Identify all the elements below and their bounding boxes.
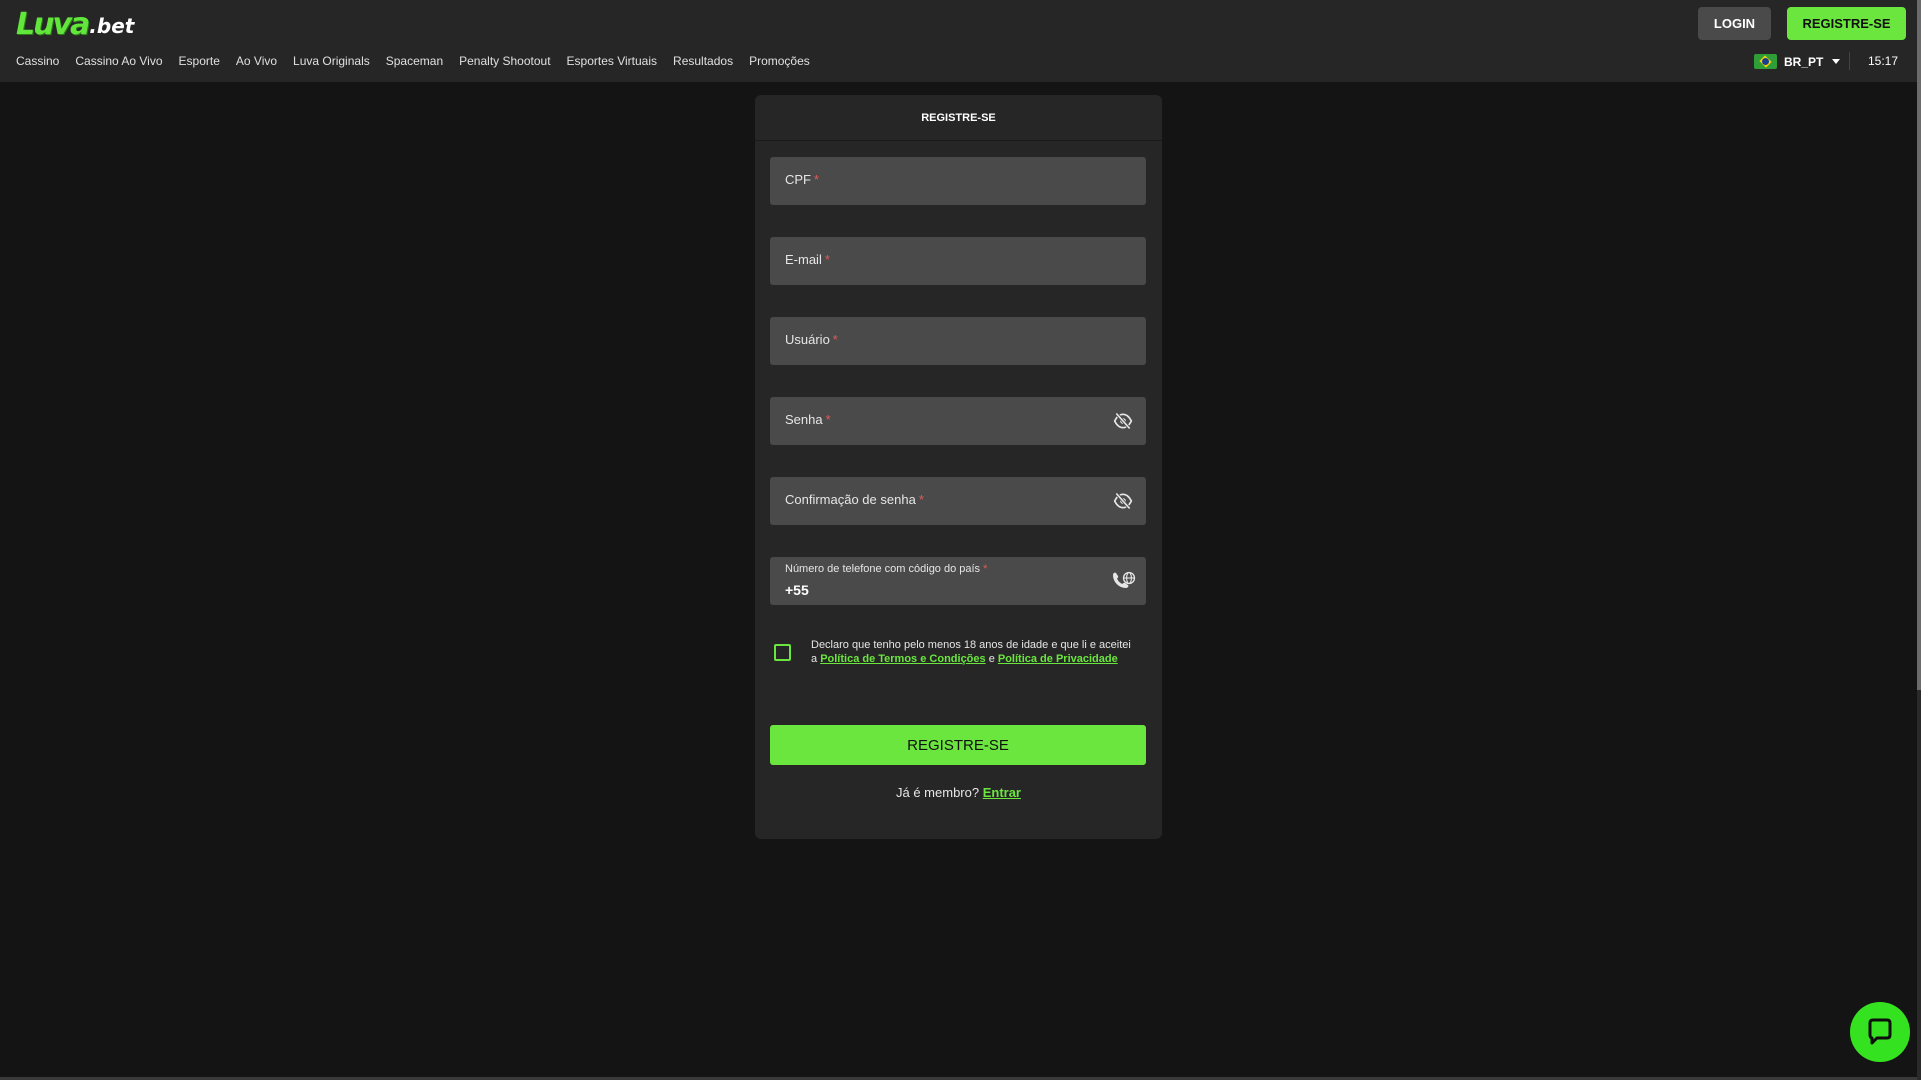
- password-field[interactable]: Senha *: [770, 397, 1146, 445]
- chevron-down-icon: [1832, 59, 1841, 64]
- email-field[interactable]: E-mail *: [770, 237, 1146, 285]
- nav-item-esporte[interactable]: Esporte: [179, 54, 220, 68]
- username-field[interactable]: Usuário *: [770, 317, 1146, 365]
- nav-item-penalty-shootout[interactable]: Penalty Shootout: [459, 54, 550, 68]
- terms-text: Declaro que tenho pelo menos 18 anos de …: [811, 639, 1131, 665]
- privacy-link[interactable]: Política de Privacidade: [998, 653, 1118, 665]
- phone-field[interactable]: Número de telefone com código do país * +…: [770, 557, 1146, 605]
- username-label: Usuário *: [785, 332, 838, 347]
- login-link[interactable]: Entrar: [983, 785, 1021, 800]
- nav-item-luva-originals[interactable]: Luva Originals: [293, 54, 370, 68]
- language-code: BR_PT: [1784, 54, 1824, 69]
- scrollbar-thumb[interactable]: [1917, 0, 1921, 690]
- nav-item-cassino-ao-vivo[interactable]: Cassino Ao Vivo: [75, 54, 162, 68]
- phone-globe-icon: [1113, 571, 1136, 588]
- language-selector[interactable]: BR_PT: [1754, 54, 1841, 69]
- header-divider: [1849, 52, 1850, 70]
- nav-item-promocoes[interactable]: Promoções: [749, 54, 810, 68]
- terms-link[interactable]: Política de Termos e Condições: [820, 653, 985, 665]
- login-button[interactable]: LOGIN: [1698, 7, 1771, 40]
- confirm-password-field[interactable]: Confirmação de senha *: [770, 477, 1146, 525]
- nav-item-esportes-virtuais[interactable]: Esportes Virtuais: [567, 54, 658, 68]
- clock: 15:17: [1868, 54, 1899, 68]
- password-label: Senha *: [785, 412, 831, 427]
- register-button-header[interactable]: REGISTRE-SE: [1787, 7, 1906, 40]
- eye-off-icon[interactable]: [1112, 491, 1134, 511]
- register-submit-button[interactable]: REGISTRE-SE: [770, 725, 1146, 765]
- logo-text: .bet: [89, 14, 135, 38]
- eye-off-icon[interactable]: [1112, 411, 1134, 431]
- terms-agreement: Declaro que tenho pelo menos 18 anos de …: [770, 638, 1146, 688]
- phone-country-code: +55: [785, 582, 809, 598]
- main-nav: Cassino Cassino Ao Vivo Esporte Ao Vivo …: [16, 54, 826, 68]
- confirm-password-label: Confirmação de senha *: [785, 492, 924, 507]
- already-member: Já é membro? Entrar: [896, 785, 1021, 800]
- terms-checkbox[interactable]: [774, 644, 791, 661]
- nav-item-spaceman[interactable]: Spaceman: [386, 54, 443, 68]
- cpf-input[interactable]: [770, 157, 1146, 205]
- brazil-flag-icon: [1754, 54, 1777, 69]
- logo-mark: Luva: [16, 6, 90, 42]
- phone-label: Número de telefone com código do país *: [785, 563, 988, 575]
- chat-bubble-icon: [1868, 1018, 1892, 1045]
- email-label: E-mail *: [785, 252, 830, 267]
- nav-item-cassino[interactable]: Cassino: [16, 54, 59, 68]
- chat-button[interactable]: [1850, 1002, 1910, 1062]
- register-title: REGISTRE-SE: [755, 95, 1162, 141]
- nav-item-ao-vivo[interactable]: Ao Vivo: [236, 54, 277, 68]
- top-header: Luva .bet LOGIN REGISTRE-SE Cassino Cass…: [0, 0, 1917, 82]
- register-card: REGISTRE-SE CPF * E-mail * Usuário * Senha *…: [755, 95, 1162, 839]
- site-logo[interactable]: Luva .bet: [16, 6, 134, 42]
- cpf-label: CPF *: [785, 172, 820, 187]
- nav-item-resultados[interactable]: Resultados: [673, 54, 733, 68]
- cpf-field[interactable]: CPF *: [770, 157, 1146, 205]
